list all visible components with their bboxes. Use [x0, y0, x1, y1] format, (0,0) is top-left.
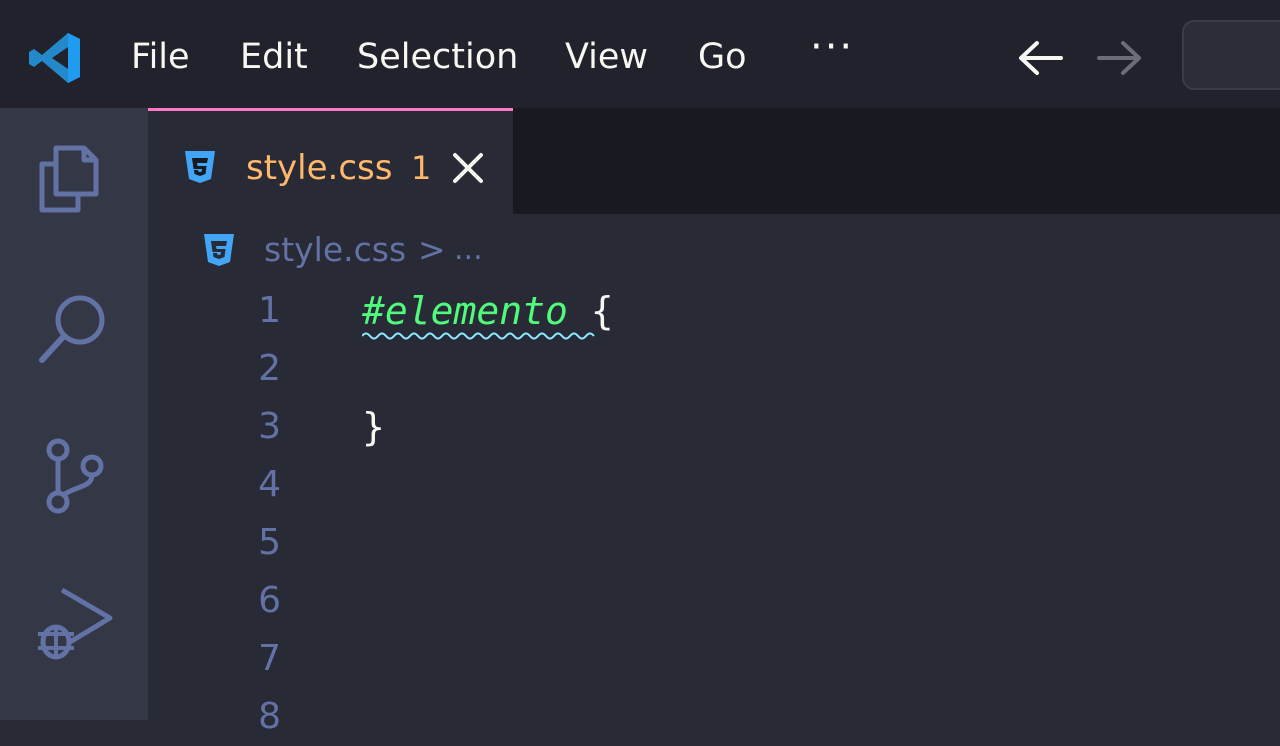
- line-number: 1: [258, 290, 281, 331]
- menu-more-button[interactable]: ···: [810, 24, 854, 70]
- close-icon[interactable]: [451, 151, 485, 185]
- code-text: {: [567, 289, 614, 333]
- warning-squiggle: [362, 332, 595, 340]
- menu-view[interactable]: View: [565, 34, 648, 80]
- explorer-icon[interactable]: [34, 140, 114, 220]
- vscode-logo-icon: [29, 33, 80, 83]
- menu-edit[interactable]: Edit: [240, 34, 308, 80]
- line-number: 3: [258, 406, 281, 447]
- line-number: 4: [258, 464, 281, 505]
- forward-arrow-icon[interactable]: [1097, 38, 1143, 78]
- problem-count-badge: 1: [411, 149, 432, 187]
- editor-tab-strip: style.css 1: [148, 108, 1280, 214]
- search-icon[interactable]: [34, 288, 114, 368]
- menu-selection[interactable]: Selection: [357, 34, 518, 80]
- tab-style-css[interactable]: style.css 1: [148, 108, 513, 214]
- code-text: }: [362, 405, 385, 449]
- line-number: 6: [258, 580, 281, 621]
- menu-file[interactable]: File: [131, 34, 190, 80]
- css-file-icon: [204, 234, 234, 266]
- code-line-3[interactable]: }: [362, 398, 385, 456]
- run-and-debug-icon[interactable]: [34, 582, 114, 662]
- title-bar: File Edit Selection View Go ···: [0, 0, 1280, 108]
- css-selector: #elemento: [362, 289, 568, 333]
- line-number: 5: [258, 522, 281, 563]
- line-number: 8: [258, 696, 281, 737]
- line-number: 2: [258, 348, 281, 389]
- back-arrow-icon[interactable]: [1017, 38, 1063, 78]
- breadcrumb-file[interactable]: style.css: [264, 228, 406, 272]
- menu-go[interactable]: Go: [698, 34, 747, 80]
- source-control-icon[interactable]: [34, 436, 114, 516]
- line-number: 7: [258, 638, 281, 679]
- css-file-icon: [185, 151, 215, 183]
- breadcrumb-symbol[interactable]: ...: [454, 228, 483, 272]
- chevron-right-icon: >: [418, 230, 446, 269]
- tab-label: style.css: [246, 148, 393, 188]
- command-center-search[interactable]: [1182, 20, 1280, 90]
